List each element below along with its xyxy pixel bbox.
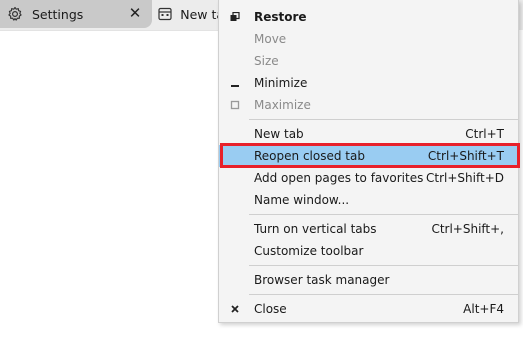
menu-item-label: Restore (254, 10, 307, 24)
gear-icon (6, 5, 24, 23)
menu-item-size[interactable]: Size (219, 50, 518, 72)
menu-item-task-manager[interactable]: Browser task manager (219, 269, 518, 291)
tab-settings[interactable]: Settings ✕ (0, 0, 152, 28)
menu-item-label: Reopen closed tab (254, 149, 365, 163)
menu-item-label: New tab (254, 127, 304, 141)
close-icon (229, 303, 241, 315)
restore-icon (229, 11, 241, 23)
menu-item-label: Turn on vertical tabs (254, 222, 377, 236)
divider (0, 30, 220, 31)
window-context-menu: Restore Move Size Minimize Maximize New … (218, 0, 519, 323)
menu-item-label: Size (254, 54, 279, 68)
menu-item-shortcut: Ctrl+T (465, 127, 504, 141)
tab-settings-label: Settings (32, 6, 84, 22)
menu-item-minimize[interactable]: Minimize (219, 72, 518, 94)
menu-item-move[interactable]: Move (219, 28, 518, 50)
menu-item-shortcut: Alt+F4 (463, 302, 504, 316)
menu-item-restore[interactable]: Restore (219, 6, 518, 28)
menu-separator (249, 119, 518, 120)
menu-item-customize-toolbar[interactable]: Customize toolbar (219, 240, 518, 262)
menu-item-close[interactable]: Close Alt+F4 (219, 298, 518, 320)
new-tab-page-icon (158, 5, 172, 23)
menu-separator (249, 265, 518, 266)
menu-item-shortcut: Ctrl+Shift+D (426, 171, 504, 185)
menu-item-reopen-closed-tab[interactable]: Reopen closed tab Ctrl+Shift+T (219, 145, 518, 167)
menu-separator (249, 214, 518, 215)
menu-item-name-window[interactable]: Name window... (219, 189, 518, 211)
menu-item-maximize[interactable]: Maximize (219, 94, 518, 116)
maximize-icon (229, 99, 241, 111)
menu-item-vertical-tabs[interactable]: Turn on vertical tabs Ctrl+Shift+, (219, 218, 518, 240)
close-tab-button[interactable]: ✕ (126, 4, 144, 22)
menu-item-label: Browser task manager (254, 273, 390, 287)
menu-item-shortcut: Ctrl+Shift+T (427, 149, 504, 163)
menu-item-label: Name window... (254, 193, 350, 207)
menu-item-label: Minimize (254, 76, 308, 90)
menu-separator (249, 294, 518, 295)
menu-item-add-to-favorites[interactable]: Add open pages to favorites Ctrl+Shift+D (219, 167, 518, 189)
menu-item-label: Close (254, 302, 287, 316)
menu-item-shortcut: Ctrl+Shift+, (431, 222, 504, 236)
minimize-icon (229, 77, 241, 89)
menu-item-label: Add open pages to favorites (254, 171, 424, 185)
menu-item-label: Maximize (254, 98, 311, 112)
menu-item-new-tab[interactable]: New tab Ctrl+T (219, 123, 518, 145)
menu-item-label: Move (254, 32, 287, 46)
menu-item-label: Customize toolbar (254, 244, 364, 258)
